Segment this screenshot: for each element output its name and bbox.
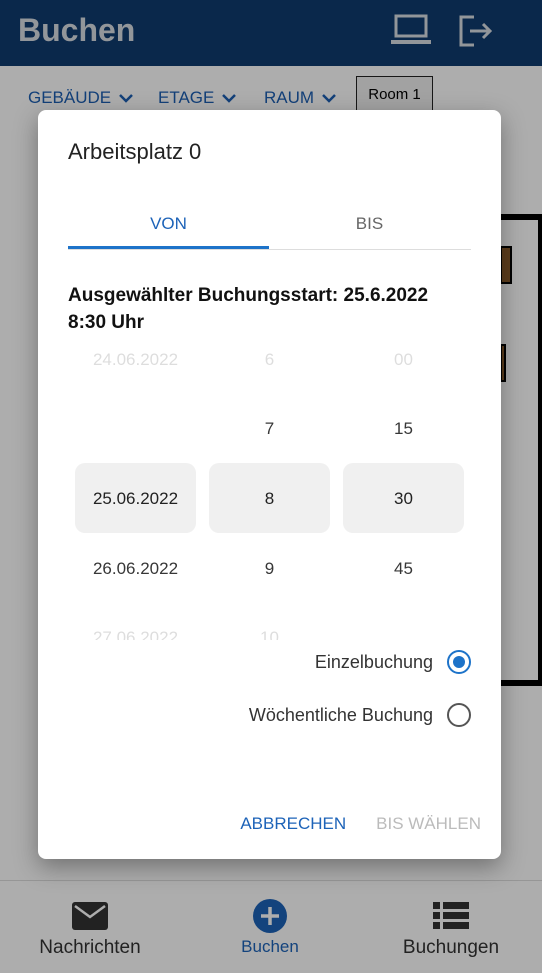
tab-bis[interactable]: BIS <box>269 200 470 248</box>
picker-item: 45 <box>394 559 413 578</box>
picker-item: 7 <box>264 419 275 438</box>
picker-item: 9 <box>264 559 275 578</box>
picker-item: 6 <box>264 350 275 369</box>
tab-indicator <box>68 246 269 249</box>
picker-item-selected: 30 <box>394 489 413 508</box>
minute-wheel[interactable]: 00 15 30 45 <box>343 340 464 640</box>
datetime-picker: 24.06.2022 25.06.2022 26.06.2022 27.06.2… <box>68 340 471 640</box>
single-booking-label: Einzelbuchung <box>314 651 433 672</box>
dialog-title: Arbeitsplatz 0 <box>68 139 202 164</box>
tab-bar: VON BIS <box>68 200 471 250</box>
picker-item: 26.06.2022 <box>92 559 179 578</box>
choose-end-button[interactable]: BIS WÄHLEN <box>376 814 481 834</box>
picker-item: 15 <box>394 419 413 438</box>
selected-start-text: Ausgewählter Buchungsstart: 25.6.2022 8:… <box>68 285 429 333</box>
weekly-booking-label: Wöchentliche Buchung <box>248 704 433 725</box>
picker-item: 27.06.2022 <box>92 628 179 640</box>
hour-wheel[interactable]: 6 7 8 9 10 <box>209 340 330 640</box>
date-wheel[interactable]: 24.06.2022 25.06.2022 26.06.2022 27.06.2… <box>75 340 196 640</box>
picker-item: 10 <box>260 628 279 640</box>
cancel-button[interactable]: ABBRECHEN <box>240 814 346 834</box>
dialog-actions: ABBRECHEN BIS WÄHLEN <box>240 814 481 834</box>
picker-item: 24.06.2022 <box>92 350 179 369</box>
picker-item-selected: 8 <box>264 489 275 508</box>
picker-item: 00 <box>394 350 413 369</box>
single-booking-option[interactable]: Einzelbuchung <box>315 650 471 674</box>
picker-item-selected: 25.06.2022 <box>92 489 179 508</box>
radio-selected[interactable] <box>447 650 471 674</box>
weekly-booking-option[interactable]: Wöchentliche Buchung <box>249 703 471 727</box>
booking-dialog: Arbeitsplatz 0 VON BIS Ausgewählter Buch… <box>38 110 501 859</box>
radio-unselected[interactable] <box>447 703 471 727</box>
tab-von[interactable]: VON <box>68 200 269 248</box>
